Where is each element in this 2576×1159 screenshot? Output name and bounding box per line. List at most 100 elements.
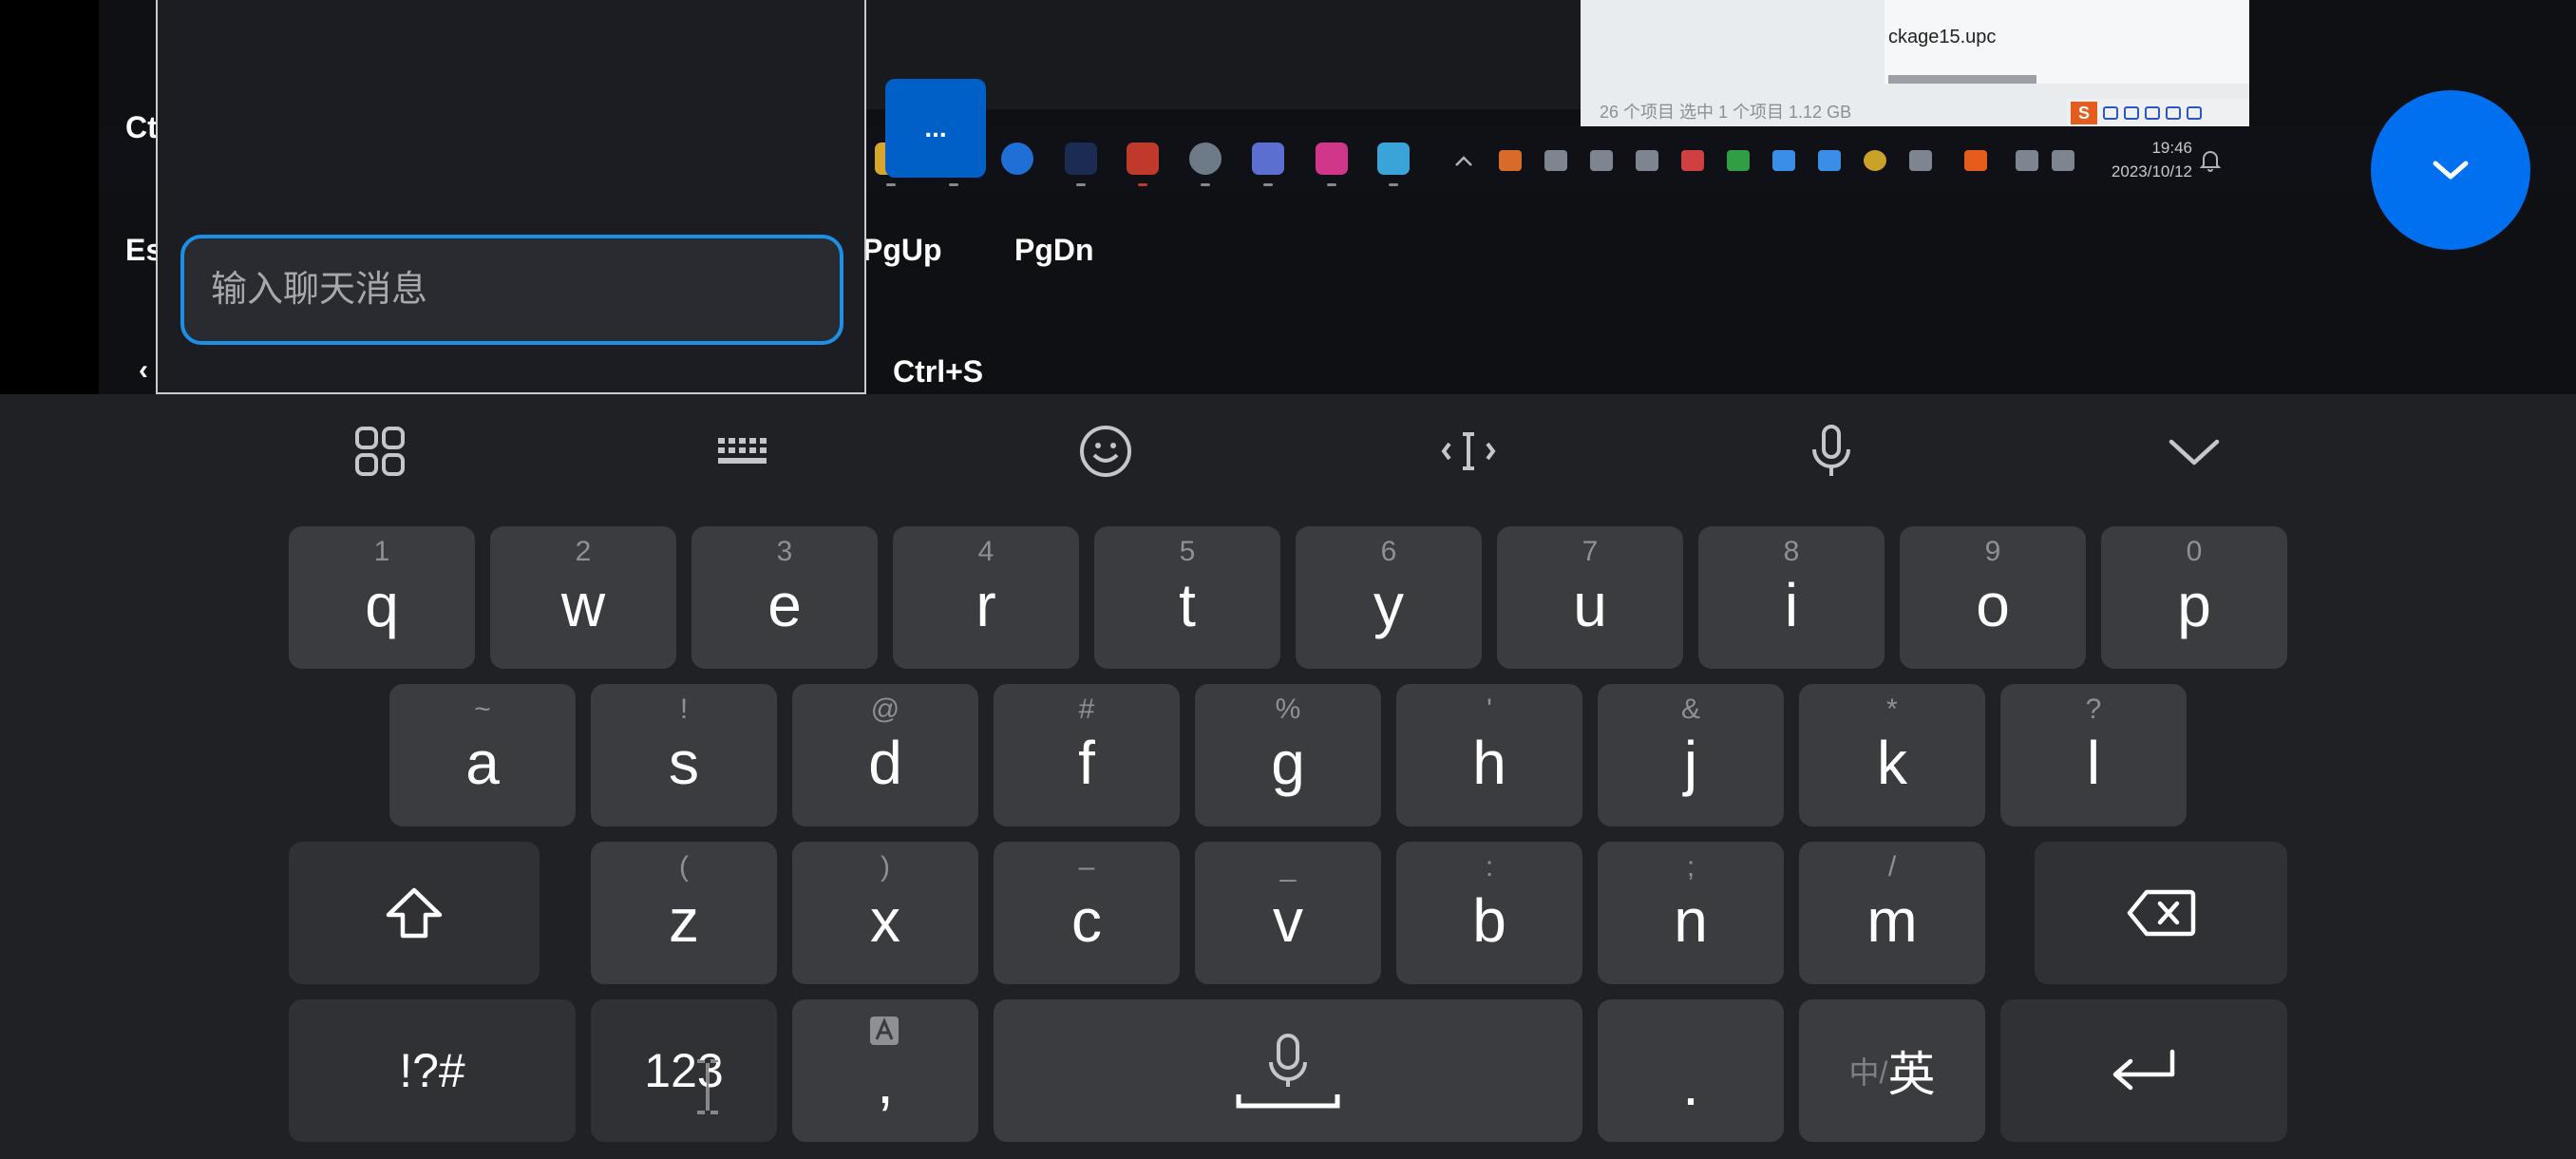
network-icon[interactable] bbox=[2016, 150, 2038, 171]
sogou-ime-icon: S bbox=[2071, 101, 2097, 124]
text-format-icon bbox=[870, 1016, 899, 1045]
numbers-key[interactable]: 123 bbox=[591, 999, 777, 1142]
volume-icon[interactable] bbox=[2052, 150, 2074, 171]
back-arrow-label[interactable]: ‹ bbox=[139, 354, 148, 387]
tray-app-icon[interactable] bbox=[1590, 150, 1613, 171]
key-b[interactable]: :b bbox=[1396, 842, 1582, 984]
key-n[interactable]: ; n bbox=[1598, 842, 1784, 984]
key-p[interactable]: 0p bbox=[2101, 526, 2287, 669]
symbols-key[interactable]: !?# bbox=[289, 999, 576, 1142]
keyboard-layout-icon[interactable] bbox=[714, 423, 771, 480]
tray-cloud-icon[interactable] bbox=[1818, 150, 1841, 171]
chevron-down-icon bbox=[2433, 161, 2469, 180]
shift-arrow-icon bbox=[386, 887, 443, 939]
remote-desktop-view[interactable]: ckage15.upc 26 个项目 选中 1 个项目 1.12 GB S 19… bbox=[0, 0, 2576, 394]
ime-emoji-icon bbox=[2145, 105, 2160, 120]
emoji-icon[interactable] bbox=[1077, 423, 1134, 480]
tray-app-icon[interactable] bbox=[1636, 150, 1658, 171]
more-button[interactable]: ... bbox=[885, 79, 986, 178]
key-h[interactable]: ' h bbox=[1396, 684, 1582, 826]
key-x[interactable]: ) x bbox=[792, 842, 978, 984]
enter-icon bbox=[2112, 1049, 2175, 1091]
document-app-icon[interactable] bbox=[1316, 142, 1348, 175]
app-icon[interactable] bbox=[1252, 142, 1284, 175]
period-key[interactable]: . bbox=[1598, 999, 1784, 1142]
key-i[interactable]: 8i bbox=[1698, 526, 1885, 669]
key-g[interactable]: % g bbox=[1195, 684, 1381, 826]
key-e[interactable]: 3e bbox=[691, 526, 878, 669]
app-icon[interactable] bbox=[1065, 142, 1097, 175]
shift-key[interactable] bbox=[289, 842, 540, 984]
thunder-icon[interactable] bbox=[1001, 142, 1033, 175]
remote-status-text: 26 个项目 选中 1 个项目 1.12 GB bbox=[1600, 103, 1852, 122]
ime-chinese-icon bbox=[2103, 105, 2118, 120]
ime-mic-icon bbox=[2187, 105, 2202, 120]
key-o[interactable]: 9o bbox=[1900, 526, 2086, 669]
voice-input-icon bbox=[1236, 1034, 1340, 1109]
chat-message-input[interactable]: 输入聊天消息 bbox=[180, 235, 843, 345]
key-y[interactable]: 6y bbox=[1296, 526, 1482, 669]
taskbar-clock-time[interactable]: 19:46 bbox=[2128, 139, 2192, 158]
key-q[interactable]: 1q bbox=[289, 526, 475, 669]
key-w[interactable]: 2w bbox=[490, 526, 676, 669]
taskbar-clock-date[interactable]: 2023/10/12 bbox=[2097, 162, 2192, 181]
key-l[interactable]: ? l bbox=[2000, 684, 2187, 826]
taskbar-running-indicator bbox=[886, 183, 896, 186]
taskbar-running-indicator bbox=[1263, 183, 1273, 186]
keyboard-toolbar bbox=[0, 394, 2576, 508]
tray-app-icon[interactable] bbox=[1681, 150, 1704, 171]
qq-penguin-icon[interactable] bbox=[1127, 142, 1159, 175]
key-z[interactable]: (z bbox=[591, 842, 777, 984]
taskbar-running-indicator bbox=[1327, 183, 1336, 186]
ime-skin-icon bbox=[2166, 105, 2181, 120]
text-cursor-icon bbox=[697, 1059, 718, 1114]
taskbar-running-indicator bbox=[1201, 183, 1210, 186]
key-v[interactable]: _ v bbox=[1195, 842, 1381, 984]
backspace-icon bbox=[2127, 889, 2196, 937]
microphone-icon[interactable] bbox=[1909, 150, 1932, 171]
pgdn-key-label[interactable]: PgDn bbox=[1014, 233, 1094, 268]
remote-file-scrollbar bbox=[1888, 75, 2036, 84]
key-d[interactable]: @ d bbox=[792, 684, 978, 826]
notification-bell-icon[interactable] bbox=[2200, 148, 2221, 173]
tray-app-icon[interactable] bbox=[1727, 150, 1750, 171]
taskbar-running-indicator bbox=[1389, 183, 1398, 186]
pgup-key-label[interactable]: PgUp bbox=[862, 233, 942, 268]
ime-punct-icon bbox=[2124, 105, 2139, 120]
app-icon[interactable] bbox=[1377, 142, 1410, 175]
ctrl-s-key-label[interactable]: Ctrl+S bbox=[893, 354, 983, 390]
sogou-tray-icon[interactable] bbox=[1964, 150, 1987, 171]
hide-keyboard-chevron-down-icon[interactable] bbox=[2166, 423, 2223, 480]
taskbar-running-indicator bbox=[949, 183, 958, 186]
key-f[interactable]: # f bbox=[994, 684, 1180, 826]
tray-app-icon[interactable] bbox=[1544, 150, 1567, 171]
space-key[interactable] bbox=[994, 999, 1582, 1142]
tray-app-icon[interactable] bbox=[1499, 150, 1522, 171]
backspace-key[interactable] bbox=[2035, 842, 2287, 984]
key-m[interactable]: / m bbox=[1799, 842, 1985, 984]
taskbar-running-indicator bbox=[1076, 183, 1086, 186]
key-j[interactable]: & j bbox=[1598, 684, 1784, 826]
apps-grid-icon[interactable] bbox=[351, 423, 408, 480]
cursor-move-icon[interactable] bbox=[1440, 423, 1497, 480]
remote-left-margin bbox=[0, 0, 99, 394]
enter-key[interactable] bbox=[2000, 999, 2287, 1142]
key-t[interactable]: 5t bbox=[1094, 526, 1280, 669]
key-k[interactable]: * k bbox=[1799, 684, 1985, 826]
onedrive-icon[interactable] bbox=[1772, 150, 1795, 171]
key-u[interactable]: 7u bbox=[1497, 526, 1683, 669]
ctrl-key-label[interactable]: Ct bbox=[125, 110, 158, 145]
on-screen-keyboard: 1q 2w 3e 4r 5t 6y 7u 8i 9o 0p ~ a ! s @ d #… bbox=[0, 394, 2576, 1159]
microphone-icon[interactable] bbox=[1803, 423, 1860, 480]
settings-gear-icon[interactable] bbox=[1189, 142, 1222, 175]
remote-ime-toolbar: S bbox=[2067, 99, 2249, 126]
key-r[interactable]: 4r bbox=[893, 526, 1079, 669]
brightness-icon[interactable] bbox=[1864, 150, 1886, 171]
key-s[interactable]: ! s bbox=[591, 684, 777, 826]
comma-key[interactable]: , bbox=[792, 999, 978, 1142]
tray-expand-icon[interactable] bbox=[1453, 152, 1474, 171]
language-switch-key[interactable]: 中/英 bbox=[1799, 999, 1985, 1142]
collapse-button[interactable] bbox=[2371, 90, 2530, 250]
key-c[interactable]: – c bbox=[994, 842, 1180, 984]
key-a[interactable]: ~ a bbox=[389, 684, 576, 826]
